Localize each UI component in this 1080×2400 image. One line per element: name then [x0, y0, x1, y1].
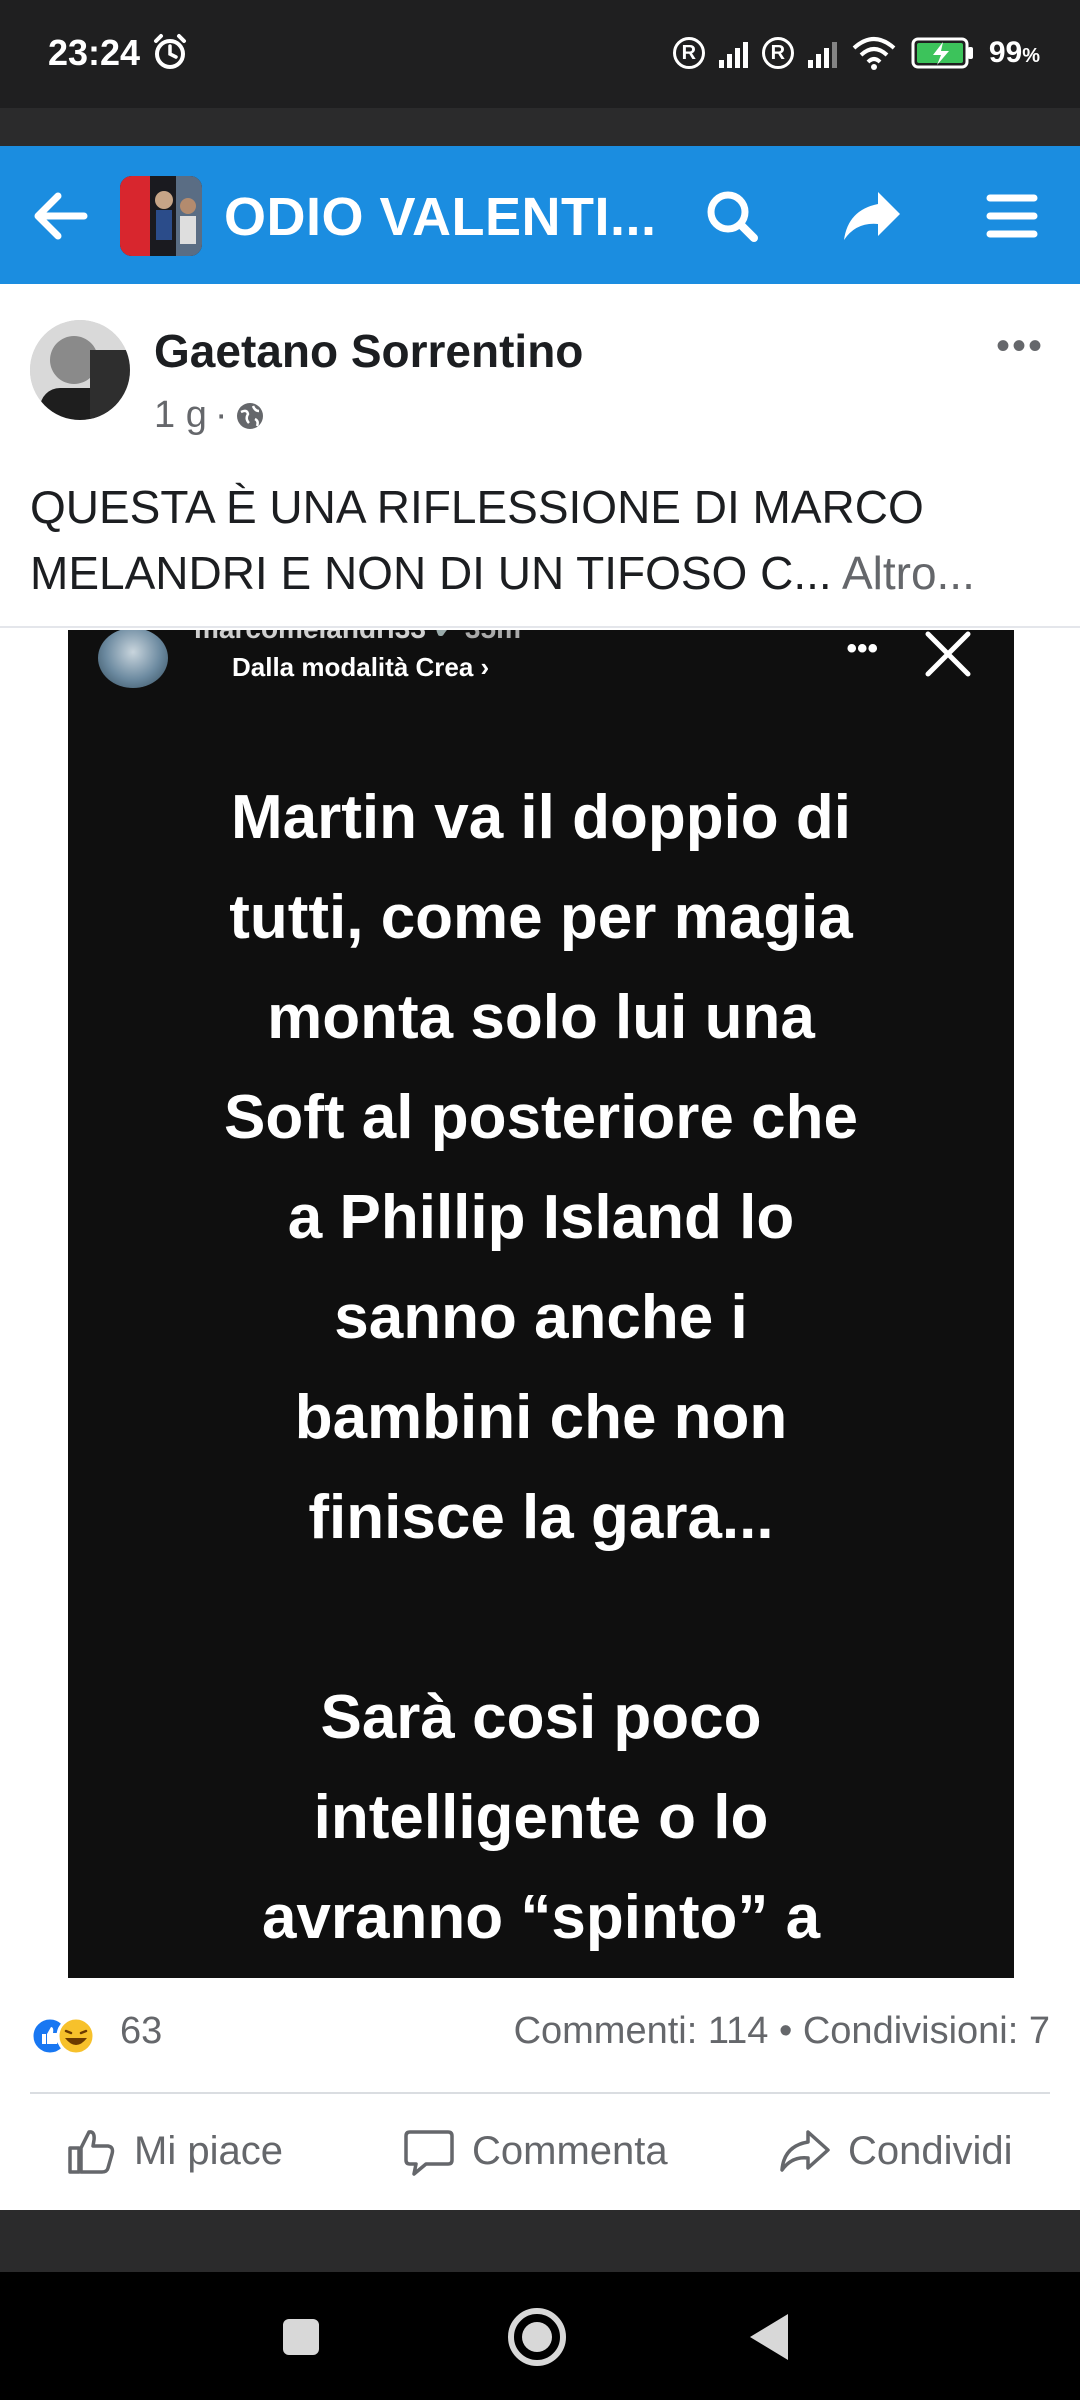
story-more-icon: •••	[846, 632, 878, 665]
story-line: a Phillip Island lo	[287, 1183, 795, 1252]
story-avatar	[98, 630, 168, 688]
back-arrow-icon[interactable]	[28, 186, 92, 246]
story-line: avranno “spinto” a	[261, 1883, 821, 1952]
share-button[interactable]: Condividi	[778, 2124, 1013, 2178]
group-app-bar: ODIO VALENTI...	[0, 146, 1080, 284]
comment-icon	[404, 2130, 454, 2176]
comment-button[interactable]: Commenta	[402, 2124, 668, 2178]
recents-icon[interactable]	[266, 2302, 336, 2372]
author-avatar[interactable]	[30, 320, 130, 420]
story-line: sanno anche i	[334, 1283, 748, 1352]
previous-content-band	[0, 108, 1080, 146]
story-line: Soft al posteriore che	[224, 1083, 858, 1152]
story-line: Martin va il doppio di	[231, 783, 851, 852]
post-time[interactable]: 1 g	[154, 394, 207, 437]
back-icon[interactable]	[736, 2302, 806, 2372]
story-line: intelligente o lo	[313, 1783, 769, 1852]
like-label: Mi piace	[134, 2128, 283, 2173]
signal-icon	[718, 38, 748, 68]
story-line: Sarà cosi poco	[320, 1683, 762, 1752]
post-text-line-1: QUESTA È UNA RIFLESSIONE DI MARCO	[30, 481, 924, 533]
battery-level: 99	[988, 36, 1023, 69]
post-actions: Mi piace Commenta Condividi	[0, 2094, 1080, 2204]
roaming-icon: R	[672, 37, 705, 69]
globe-icon	[237, 402, 264, 429]
story-line: bambini che non	[294, 1383, 788, 1452]
see-more-link[interactable]: Altro...	[842, 547, 975, 599]
signal-icon-2	[807, 38, 837, 68]
wifi-icon	[852, 37, 896, 70]
post-header: Gaetano Sorrentino 1 g · •••	[0, 284, 1080, 437]
system-nav-bar	[0, 2272, 1080, 2400]
share-icon[interactable]	[840, 184, 904, 248]
post-stats: Commenti: 114 • Condivisioni: 7	[514, 2010, 1050, 2053]
comments-count[interactable]: Commenti: 114	[514, 2010, 769, 2052]
share-label: Condividi	[848, 2128, 1013, 2173]
comment-label: Commenta	[472, 2128, 668, 2173]
story-line: finisce la gara...	[308, 1483, 774, 1552]
search-icon[interactable]	[700, 184, 764, 248]
close-icon	[925, 631, 971, 677]
roaming-icon-2: R	[761, 37, 794, 69]
story-subtitle: Dalla modalità Crea ›	[232, 652, 490, 682]
divider	[0, 626, 1080, 628]
group-avatar[interactable]	[120, 176, 202, 256]
shares-count[interactable]: Condivisioni: 7	[803, 2010, 1050, 2052]
story-text: Martin va il doppio di tutti, come per m…	[68, 768, 1014, 1968]
post-text: QUESTA È UNA RIFLESSIONE DI MARCO MELAND…	[30, 474, 1060, 606]
alarm-icon	[154, 34, 186, 69]
battery-unit: %	[1022, 45, 1040, 67]
like-button[interactable]: Mi piace	[64, 2124, 283, 2178]
battery-charging-icon	[911, 37, 973, 69]
story-header: marcomelandri33 ✔ 35m Dalla modalità Cre…	[98, 630, 998, 690]
reaction-icons[interactable]	[30, 2016, 110, 2056]
post-options-button[interactable]: •••	[996, 324, 1044, 369]
story-gap	[68, 1568, 1014, 1668]
post-text-line-2: MELANDRI E NON DI UN TIFOSO C...	[30, 547, 832, 599]
home-icon[interactable]	[502, 2302, 572, 2372]
story-line: monta solo lui una	[267, 983, 815, 1052]
reactions-row: 63 Commenti: 114 • Condivisioni: 7	[0, 1980, 1080, 2090]
status-bar: 23:24 R R 99%	[0, 0, 1080, 108]
menu-icon[interactable]	[980, 184, 1044, 248]
thumbs-up-icon	[68, 2130, 115, 2174]
post-photo[interactable]: marcomelandri33 ✔ 35m Dalla modalità Cre…	[68, 630, 1014, 1978]
author-name[interactable]: Gaetano Sorrentino	[154, 324, 583, 378]
next-content-band	[0, 2210, 1080, 2272]
story-line: tutti, come per magia	[229, 883, 853, 952]
reactions-count[interactable]: 63	[120, 2010, 162, 2053]
meta-separator: ·	[214, 394, 228, 436]
status-time: 23:24	[48, 32, 141, 73]
post-meta: 1 g ·	[154, 394, 265, 437]
share-arrow-icon	[780, 2130, 830, 2172]
stats-separator: •	[778, 2010, 793, 2052]
group-title[interactable]: ODIO VALENTI...	[224, 186, 657, 248]
story-username: marcomelandri33 ✔ 35m	[194, 630, 521, 645]
